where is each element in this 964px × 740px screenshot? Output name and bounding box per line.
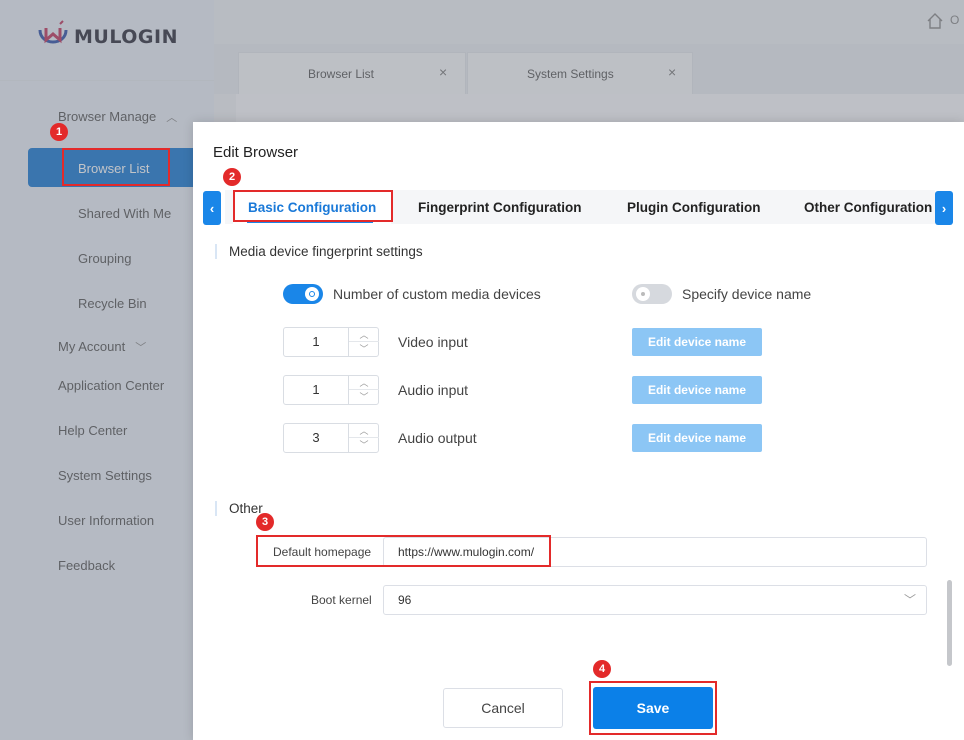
tabs-prev-button[interactable]: ‹ xyxy=(203,191,221,225)
modal-title: Edit Browser xyxy=(213,144,299,161)
stepper-value[interactable]: 3 xyxy=(284,424,348,452)
save-button[interactable]: Save xyxy=(593,687,713,729)
specify-device-name-label: Specify device name xyxy=(682,286,812,302)
modal-scrollbar[interactable] xyxy=(947,580,952,666)
active-tab-underline xyxy=(247,221,373,223)
tab-fingerprint-configuration[interactable]: Fingerprint Configuration xyxy=(418,200,581,215)
step-badge-1: 1 xyxy=(50,123,68,141)
chevron-down-icon[interactable]: ﹀ xyxy=(349,438,379,452)
custom-media-devices-label: Number of custom media devices xyxy=(333,286,541,302)
tab-plugin-configuration[interactable]: Plugin Configuration xyxy=(627,200,760,215)
stepper-controls: ︿ ﹀ xyxy=(348,376,379,404)
edit-browser-modal: Edit Browser ‹ › Basic Configuration Fin… xyxy=(193,122,964,740)
chevron-right-icon: › xyxy=(941,200,947,216)
audio-output-label: Audio output xyxy=(398,430,477,446)
audio-input-stepper[interactable]: 1 ︿ ﹀ xyxy=(283,375,379,405)
chevron-up-icon[interactable]: ︿ xyxy=(349,376,379,390)
edit-video-device-name-button[interactable]: Edit device name xyxy=(632,328,762,356)
stepper-value[interactable]: 1 xyxy=(284,376,348,404)
chevron-down-icon: ﹀ xyxy=(903,593,916,607)
tab-other-configuration[interactable]: Other Configuration xyxy=(804,200,932,215)
boot-kernel-label: Boot kernel xyxy=(311,593,372,607)
step-badge-4: 4 xyxy=(593,660,611,678)
chevron-up-icon[interactable]: ︿ xyxy=(349,328,379,342)
boot-kernel-select[interactable]: 96 ﹀ xyxy=(383,585,927,615)
default-homepage-label: Default homepage xyxy=(273,545,372,559)
chevron-down-icon[interactable]: ﹀ xyxy=(349,342,379,356)
toggle-knob xyxy=(305,287,319,301)
chevron-down-icon[interactable]: ﹀ xyxy=(349,390,379,404)
specify-device-name-toggle[interactable] xyxy=(632,284,672,304)
custom-media-devices-toggle[interactable] xyxy=(283,284,323,304)
edit-audio-input-device-name-button[interactable]: Edit device name xyxy=(632,376,762,404)
toggle-knob xyxy=(636,287,650,301)
stepper-value[interactable]: 1 xyxy=(284,328,348,356)
step-badge-2: 2 xyxy=(223,168,241,186)
video-input-label: Video input xyxy=(398,334,468,350)
audio-input-label: Audio input xyxy=(398,382,469,398)
stepper-controls: ︿ ﹀ xyxy=(348,424,379,452)
edit-audio-output-device-name-button[interactable]: Edit device name xyxy=(632,424,762,452)
default-homepage-input[interactable]: https://www.mulogin.com/ xyxy=(383,537,927,567)
other-section-title: Other xyxy=(215,501,263,516)
video-input-stepper[interactable]: 1 ︿ ﹀ xyxy=(283,327,379,357)
stepper-controls: ︿ ﹀ xyxy=(348,328,379,356)
chevron-left-icon: ‹ xyxy=(209,200,215,216)
step-badge-3: 3 xyxy=(256,513,274,531)
audio-output-stepper[interactable]: 3 ︿ ﹀ xyxy=(283,423,379,453)
tabs-next-button[interactable]: › xyxy=(935,191,953,225)
tab-basic-configuration[interactable]: Basic Configuration xyxy=(248,200,376,215)
cancel-button[interactable]: Cancel xyxy=(443,688,563,728)
boot-kernel-value: 96 xyxy=(398,593,412,607)
chevron-up-icon[interactable]: ︿ xyxy=(349,424,379,438)
media-section-title: Media device fingerprint settings xyxy=(215,244,423,259)
